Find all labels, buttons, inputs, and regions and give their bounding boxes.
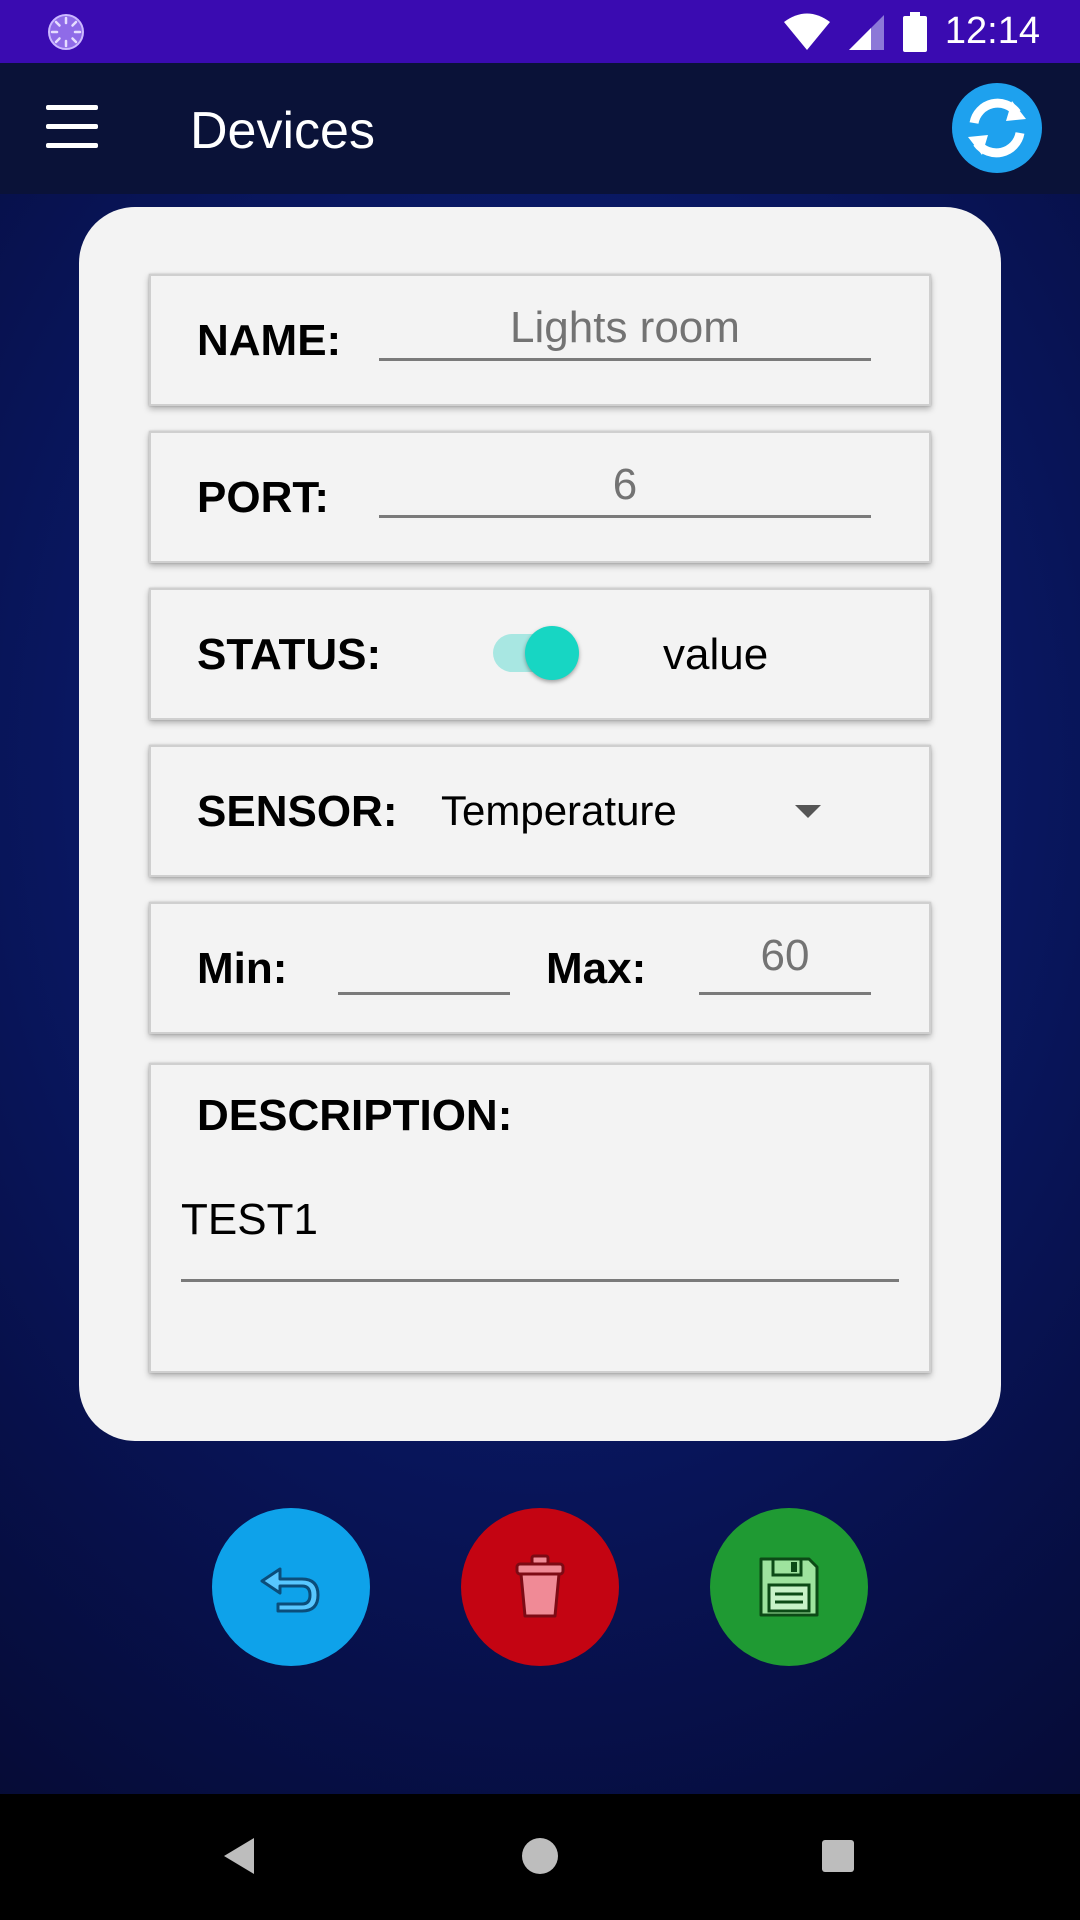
sensor-dropdown[interactable]: Temperature (441, 767, 851, 853)
min-input[interactable] (338, 932, 510, 995)
description-label: DESCRIPTION: (197, 1091, 513, 1140)
sensor-label: SENSOR: (197, 787, 398, 836)
system-navigation-bar (0, 1794, 1080, 1920)
max-input[interactable]: 60 (699, 924, 871, 995)
recents-square-icon[interactable] (822, 1840, 854, 1872)
status-bar: 12:14 (0, 0, 1080, 63)
wifi-icon (783, 13, 830, 50)
max-label: Max: (546, 944, 647, 993)
status-time: 12:14 (944, 10, 1040, 52)
refresh-button[interactable] (952, 83, 1042, 173)
status-label: STATUS: (197, 630, 382, 679)
port-field-row: PORT: 6 (149, 431, 931, 563)
trash-icon (515, 1554, 565, 1618)
back-triangle-icon[interactable] (224, 1838, 254, 1874)
port-input[interactable]: 6 (379, 455, 871, 518)
hamburger-menu-icon[interactable] (46, 105, 98, 149)
port-label: PORT: (197, 473, 329, 522)
status-value-text: value (663, 630, 769, 679)
status-toggle-knob[interactable] (525, 626, 579, 680)
signal-icon (848, 14, 884, 50)
refresh-icon (968, 98, 1026, 158)
app-bar: Devices (0, 63, 1080, 194)
undo-icon (260, 1567, 320, 1613)
description-input[interactable]: TEST1 (181, 1195, 899, 1282)
sensor-field-row: SENSOR: Temperature (149, 745, 931, 877)
status-field-row: STATUS: value (149, 588, 931, 720)
description-field-row: DESCRIPTION: TEST1 (149, 1063, 931, 1373)
name-input[interactable]: Lights room (379, 298, 871, 361)
back-button[interactable] (212, 1508, 370, 1666)
sensor-selected-value: Temperature (441, 787, 677, 834)
save-button[interactable] (710, 1508, 868, 1666)
battery-icon (902, 11, 927, 52)
device-form-card: NAME: Lights room PORT: 6 STATUS: value … (79, 207, 1001, 1441)
chevron-down-icon (795, 805, 821, 818)
name-field-row: NAME: Lights room (149, 274, 931, 406)
min-label: Min: (197, 944, 288, 993)
min-max-field-row: Min: Max: 60 (149, 902, 931, 1034)
page-title: Devices (190, 102, 375, 160)
description-value: TEST1 (181, 1195, 318, 1244)
spinner-icon (48, 14, 84, 50)
name-label: NAME: (197, 316, 342, 365)
floppy-disk-icon (759, 1557, 819, 1617)
delete-button[interactable] (461, 1508, 619, 1666)
home-circle-icon[interactable] (522, 1838, 558, 1874)
